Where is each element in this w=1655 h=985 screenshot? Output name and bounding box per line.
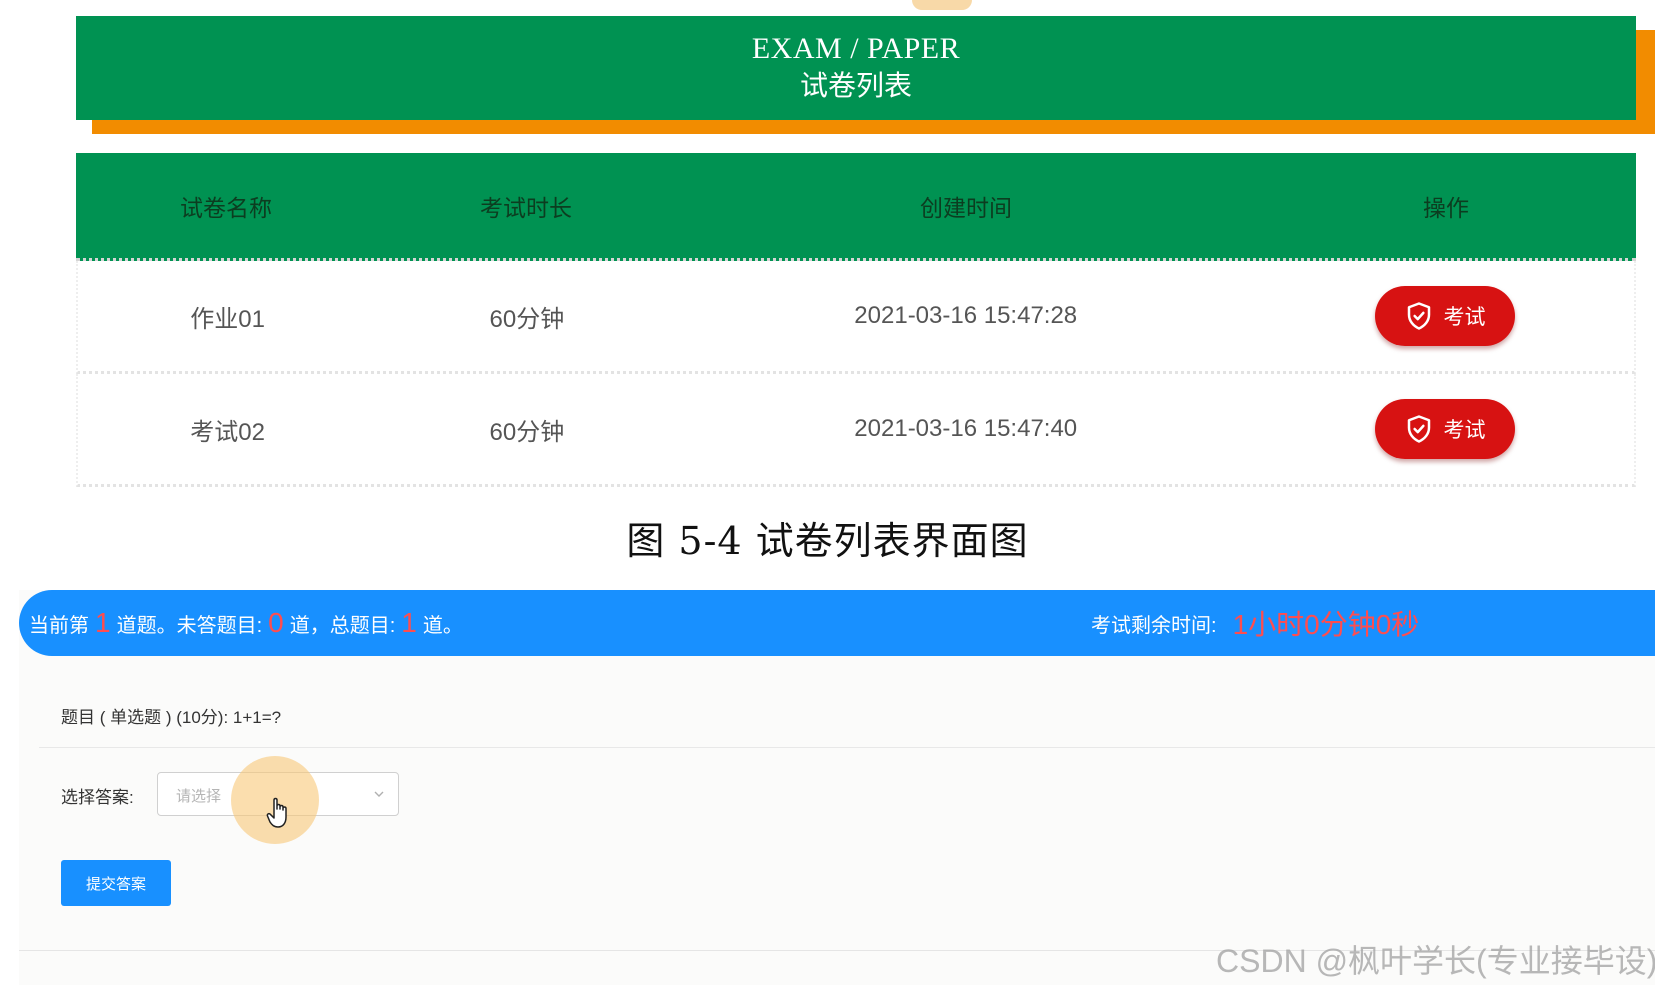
unanswered-count: 0 [268,607,284,638]
start-exam-label: 考试 [1443,419,1486,442]
current-question-number: 1 [95,607,111,638]
cell-duration: 60分钟 [489,418,565,446]
question-progress: 当前第 1 道题。未答题目: 0 道，总题目: 1 道。 [29,590,463,656]
column-header-created: 创建时间 [920,195,1012,222]
header-title-cn: 试卷列表 [799,69,912,102]
submit-answer-button[interactable]: 提交答案 [61,860,171,906]
total-suffix: 道。 [422,614,463,637]
current-prefix: 当前第 [29,614,89,637]
remaining-time-value: 1小时0分钟0秒 [1232,609,1420,640]
column-header-name: 试卷名称 [180,195,272,222]
answer-select-placeholder: 请选择 [176,788,222,805]
cell-action: 考试 [1255,399,1634,459]
shield-check-icon [1407,302,1430,330]
hand-pointer-icon [266,797,287,828]
figure-caption: 图 5-4 试卷列表界面图 [626,519,1029,563]
cursor-highlight-top [912,0,972,10]
watermark: CSDN @枫叶学长(专业接毕设) [1216,943,1655,979]
question-text: 题目 ( 单选题 ) (10分): 1+1=? [61,708,282,727]
cell-name: 作业01 [190,305,265,333]
cell-name: 考试02 [190,418,265,446]
unanswered-prefix: 道题。未答题目: [116,614,263,637]
table-row: 考试02 60分钟 2021-03-16 15:47:40 考试 [76,374,1636,487]
start-exam-button[interactable]: 考试 [1374,286,1515,346]
remaining-time-label: 考试剩余时间: [1091,614,1217,637]
column-header-action: 操作 [1423,195,1469,222]
header-title-en: EXAM / PAPER [751,32,961,65]
shield-check-icon [1407,415,1430,443]
table-row: 作业01 60分钟 2021-03-16 15:47:28 考试 [76,261,1636,374]
divider [39,747,1655,748]
exam-list-header: EXAM / PAPER 试卷列表 [76,16,1655,134]
cell-created: 2021-03-16 15:47:28 [854,302,1078,329]
exam-table: 试卷名称 考试时长 创建时间 操作 作业01 60分钟 2021-03-16 1… [76,153,1636,487]
total-count: 1 [401,607,417,638]
start-exam-label: 考试 [1443,306,1486,329]
remaining-time: 考试剩余时间: 1小时0分钟0秒 [1091,590,1419,656]
header-band: EXAM / PAPER 试卷列表 [76,16,1636,120]
exam-status-bar: 当前第 1 道题。未答题目: 0 道，总题目: 1 道。 考试剩余时间: 1小时… [19,590,1655,656]
answer-label: 选择答案: [61,788,134,807]
cell-created: 2021-03-16 15:47:40 [854,415,1078,442]
cell-action: 考试 [1255,286,1634,346]
table-header: 试卷名称 考试时长 创建时间 操作 [76,153,1636,261]
total-prefix: 道，总题目: [289,614,396,637]
column-header-duration: 考试时长 [480,195,572,222]
cell-duration: 60分钟 [489,305,565,333]
start-exam-button[interactable]: 考试 [1374,399,1515,459]
chevron-down-icon [374,791,384,797]
